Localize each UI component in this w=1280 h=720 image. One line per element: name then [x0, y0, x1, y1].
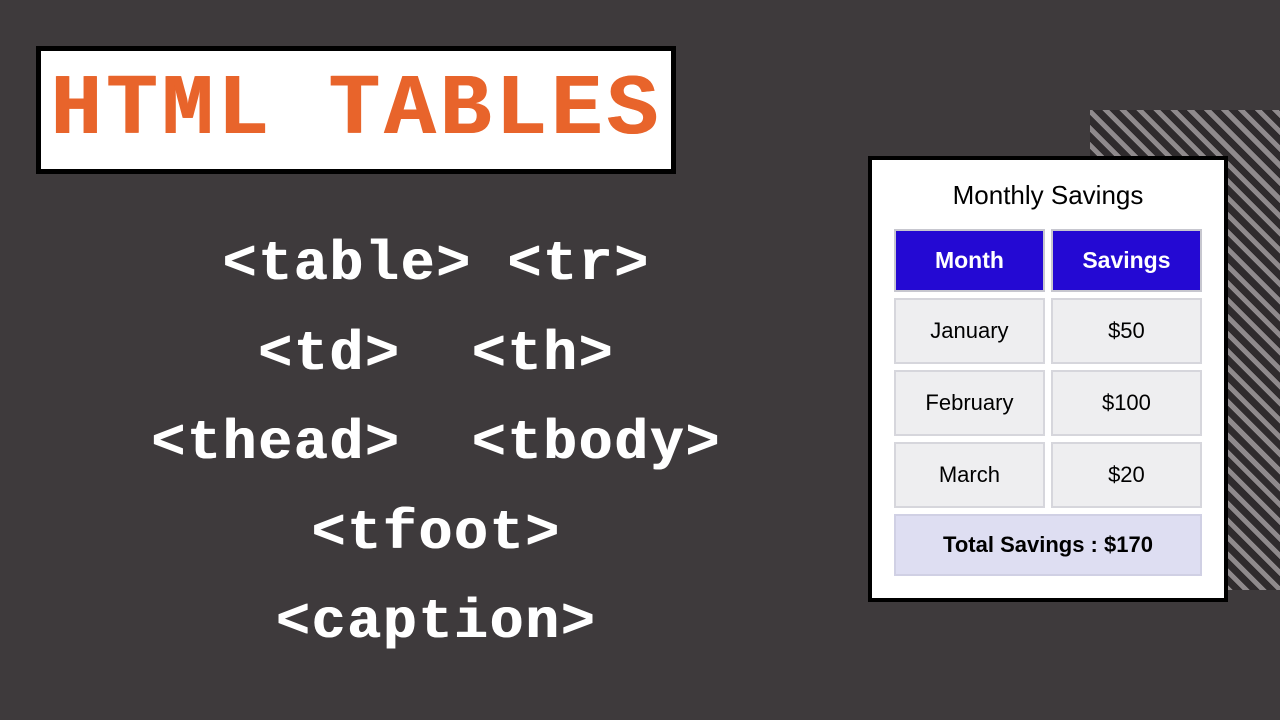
savings-table: Month Savings January $50 February $100 … [888, 223, 1208, 582]
heading-text: HTML TABLES [50, 67, 662, 153]
table-footer-row: Total Savings : $170 [894, 514, 1202, 576]
tag-line-5: <caption> [36, 578, 836, 668]
cell-month: March [894, 442, 1045, 508]
header-month: Month [894, 229, 1045, 292]
table-row: February $100 [894, 370, 1202, 436]
cell-month: February [894, 370, 1045, 436]
table-row: January $50 [894, 298, 1202, 364]
tag-line-3: <thead> <tbody> [36, 399, 836, 489]
table-header-row: Month Savings [894, 229, 1202, 292]
table-caption: Monthly Savings [888, 174, 1208, 223]
heading-panel: HTML TABLES [36, 46, 676, 174]
tag-line-1: <table> <tr> [36, 220, 836, 310]
cell-savings: $100 [1051, 370, 1202, 436]
tag-line-4: <tfoot> [36, 489, 836, 579]
header-savings: Savings [1051, 229, 1202, 292]
cell-savings: $20 [1051, 442, 1202, 508]
table-card: Monthly Savings Month Savings January $5… [868, 156, 1228, 602]
cell-savings: $50 [1051, 298, 1202, 364]
footer-total: Total Savings : $170 [894, 514, 1202, 576]
cell-month: January [894, 298, 1045, 364]
tag-line-2: <td> <th> [36, 310, 836, 400]
table-row: March $20 [894, 442, 1202, 508]
tag-list: <table> <tr> <td> <th> <thead> <tbody> <… [36, 220, 836, 668]
